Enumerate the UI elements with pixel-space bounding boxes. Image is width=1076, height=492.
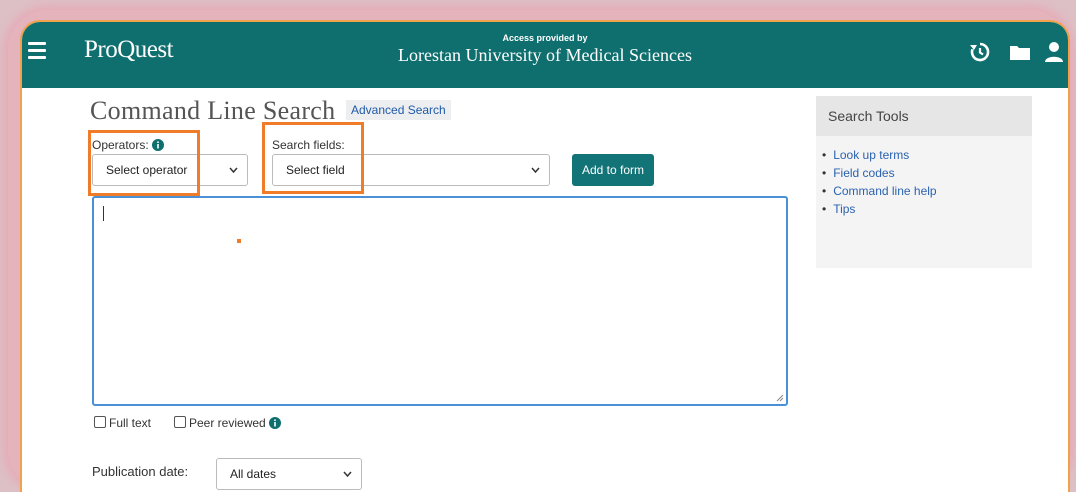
query-textarea[interactable] — [92, 196, 788, 406]
search-tools-list: Look up terms Field codes Command line h… — [816, 148, 1032, 216]
search-tools-panel: Search Tools Look up terms Field codes C… — [816, 96, 1032, 268]
publication-date-select[interactable]: All dates — [216, 458, 362, 490]
browser-window: ProQuest Access provided by Lorestan Uni… — [20, 20, 1070, 492]
peer-reviewed-checkbox[interactable]: Peer reviewed — [174, 416, 282, 430]
operators-label: Operators: — [92, 138, 165, 152]
operator-select-value: Select operator — [106, 163, 188, 177]
peer-reviewed-label: Peer reviewed — [189, 416, 266, 430]
peer-reviewed-checkbox-box[interactable] — [174, 416, 186, 428]
chevron-down-icon — [531, 167, 540, 174]
history-icon[interactable] — [968, 40, 992, 64]
look-up-terms-link[interactable]: Look up terms — [822, 148, 1032, 162]
top-header: ProQuest Access provided by Lorestan Uni… — [22, 22, 1068, 88]
resize-handle-icon[interactable] — [776, 394, 784, 402]
operator-select[interactable]: Select operator — [92, 154, 248, 186]
field-codes-link[interactable]: Field codes — [822, 166, 1032, 180]
command-line-help-link[interactable]: Command line help — [822, 184, 1032, 198]
info-icon[interactable] — [152, 139, 165, 151]
user-icon[interactable] — [1042, 40, 1066, 64]
tips-link[interactable]: Tips — [822, 202, 1032, 216]
full-text-checkbox[interactable]: Full text — [94, 416, 151, 430]
full-text-checkbox-box[interactable] — [94, 416, 106, 428]
text-caret — [103, 206, 104, 221]
page-title: Command Line Search — [90, 96, 336, 125]
field-select[interactable]: Select field — [272, 154, 550, 186]
institution-name: Lorestan University of Medical Sciences — [398, 45, 692, 65]
advanced-search-link[interactable]: Advanced Search — [346, 100, 451, 120]
operators-label-text: Operators: — [92, 138, 149, 152]
publication-date-label: Publication date: — [92, 464, 189, 479]
search-tools-title: Search Tools — [816, 96, 1032, 136]
chevron-down-icon — [229, 167, 238, 174]
publication-date-value: All dates — [230, 467, 277, 481]
full-text-label: Full text — [109, 416, 152, 430]
add-to-form-button[interactable]: Add to form — [572, 154, 654, 186]
orange-marker — [237, 239, 241, 243]
chevron-down-icon — [343, 471, 352, 478]
access-provided-label: Access provided by — [502, 33, 588, 43]
info-icon[interactable] — [269, 417, 282, 429]
search-fields-label: Search fields: — [272, 138, 345, 152]
folder-icon[interactable] — [1008, 40, 1032, 64]
field-select-value: Select field — [286, 163, 345, 177]
